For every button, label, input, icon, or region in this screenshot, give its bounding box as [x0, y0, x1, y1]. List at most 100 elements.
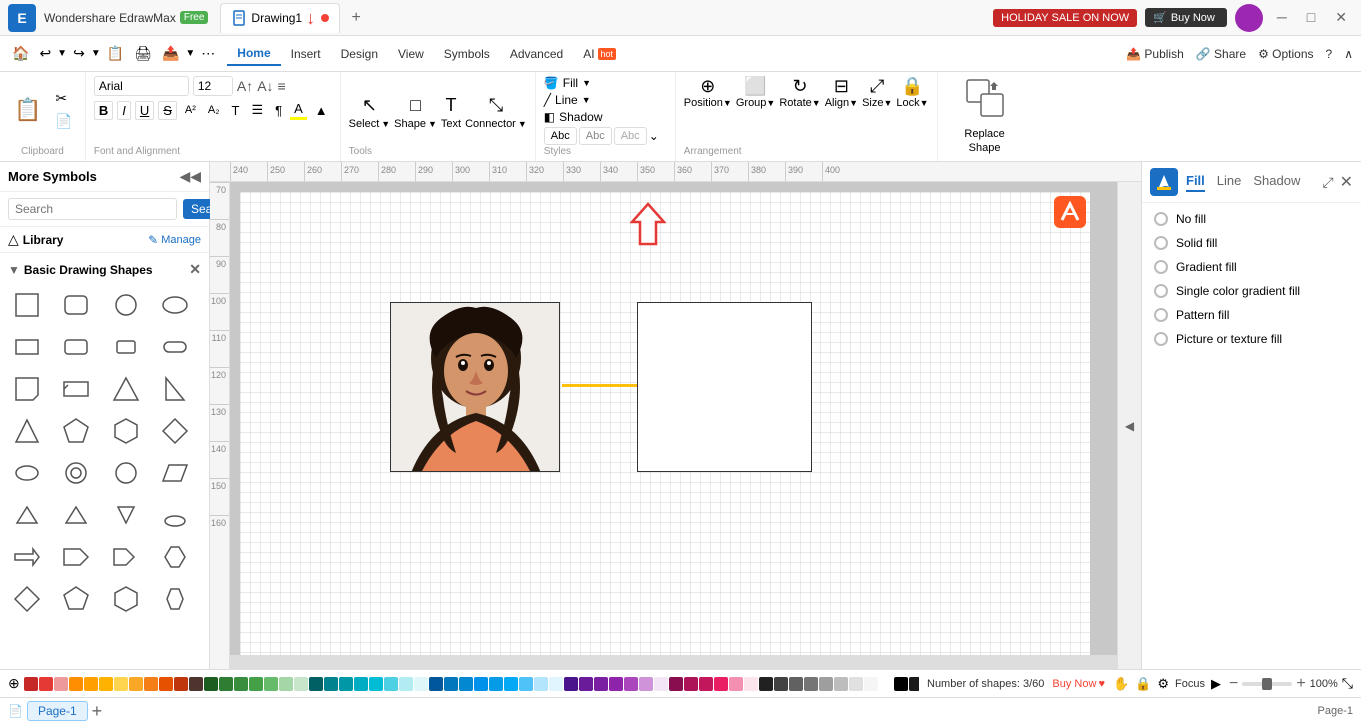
fill-option-single-gradient[interactable]: Single color gradient fill [1150, 279, 1353, 303]
color-swatch[interactable] [129, 677, 143, 691]
toggle-sidebar-btn[interactable]: 📋 [103, 43, 128, 64]
buy-link[interactable]: Buy Now [1052, 678, 1096, 690]
tab-shadow[interactable]: Shadow [1253, 173, 1300, 192]
color-swatch[interactable] [84, 677, 98, 691]
color-swatch[interactable] [39, 677, 53, 691]
color-swatch[interactable] [729, 677, 743, 691]
font-name-input[interactable] [94, 76, 189, 96]
tab-fill[interactable]: Fill [1186, 173, 1205, 192]
shape-square[interactable] [8, 286, 46, 324]
color-swatch[interactable] [639, 677, 653, 691]
tab-line[interactable]: Line [1217, 173, 1242, 192]
color-swatch[interactable] [879, 677, 893, 691]
color-swatch[interactable] [759, 677, 773, 691]
superscript-btn[interactable]: A² [181, 103, 200, 117]
buy-now-btn[interactable]: 🛒 Buy Now [1145, 8, 1227, 27]
color-swatch[interactable] [144, 677, 158, 691]
connector-dropdown[interactable]: ▼ [518, 119, 527, 129]
italic-btn[interactable]: I [117, 101, 131, 120]
color-swatch[interactable] [339, 677, 353, 691]
color-swatch[interactable] [654, 677, 668, 691]
select-tool-section[interactable]: ↖ Select ▼ [349, 93, 391, 130]
color-swatch[interactable] [369, 677, 383, 691]
empty-shape-box[interactable] [637, 302, 812, 472]
user-avatar[interactable] [1235, 4, 1263, 32]
color-swatch[interactable] [744, 677, 758, 691]
color-swatch[interactable] [819, 677, 833, 691]
tab-advanced[interactable]: Advanced [500, 43, 573, 65]
underline-btn[interactable]: U [135, 101, 154, 120]
color-swatch[interactable] [669, 677, 683, 691]
shape-oval[interactable] [156, 286, 194, 324]
redo-dropdown[interactable]: ▼ [91, 48, 101, 59]
color-swatch[interactable] [894, 677, 908, 691]
shape-diamond[interactable] [156, 412, 194, 450]
color-swatch[interactable] [384, 677, 398, 691]
redo-btn[interactable]: ↪ [69, 43, 89, 64]
shape-pentagon[interactable] [57, 412, 95, 450]
shape-rect3[interactable] [107, 328, 145, 366]
portrait-shape[interactable] [390, 302, 560, 472]
color-swatch[interactable] [354, 677, 368, 691]
shape-circle[interactable] [107, 286, 145, 324]
shape-rect2[interactable] [8, 328, 46, 366]
style-chip-3[interactable]: Abc [614, 127, 647, 145]
shape-rounded-rect[interactable] [57, 286, 95, 324]
color-swatch[interactable] [99, 677, 113, 691]
fit-page-btn[interactable]: ⤡ [1342, 675, 1353, 692]
color-swatch[interactable] [189, 677, 203, 691]
color-swatch[interactable] [579, 677, 593, 691]
print-btn[interactable]: 🖨 [130, 43, 156, 64]
shape-hexa2[interactable] [107, 580, 145, 618]
tab-home[interactable]: Home [227, 42, 280, 66]
tab-view[interactable]: View [388, 43, 434, 65]
color-swatch[interactable] [699, 677, 713, 691]
tab-ai[interactable]: AI hot [573, 43, 626, 65]
color-swatch[interactable] [504, 677, 518, 691]
color-swatch[interactable] [174, 677, 188, 691]
color-swatch[interactable] [789, 677, 803, 691]
styles-more-btn[interactable]: ⌄ [649, 129, 659, 143]
shape-rounded-rect2[interactable] [57, 328, 95, 366]
color-swatch[interactable] [624, 677, 638, 691]
home-icon[interactable]: 🏠 [8, 43, 33, 64]
color-swatch[interactable] [804, 677, 818, 691]
color-swatch[interactable] [519, 677, 533, 691]
line-dropdown[interactable]: ▼ [582, 95, 591, 105]
sidebar-search-input[interactable] [8, 198, 177, 220]
size-btn[interactable]: Size▼ [862, 97, 892, 109]
color-swatch[interactable] [534, 677, 548, 691]
text-tool-section[interactable]: T Text [441, 93, 461, 130]
cut-btn[interactable]: ✂ [51, 88, 76, 109]
shape-hexagon3[interactable] [156, 538, 194, 576]
shape-ellipse2[interactable] [8, 454, 46, 492]
focus-btn[interactable]: Focus [1175, 678, 1205, 690]
connector-tool-section[interactable]: ⤡ Connector ▼ [465, 93, 527, 130]
color-picker-icon[interactable]: ⊕ [8, 675, 20, 692]
highlight-btn[interactable]: ▲ [311, 102, 332, 119]
color-swatch[interactable] [414, 677, 428, 691]
shape-diamond2[interactable] [8, 580, 46, 618]
color-swatch[interactable] [204, 677, 218, 691]
color-swatch[interactable] [24, 677, 38, 691]
replace-shape-label[interactable]: Replace Shape [950, 128, 1020, 154]
fill-dropdown[interactable]: ▼ [582, 78, 591, 88]
more-options[interactable]: ⋯ [197, 43, 219, 64]
close-panel-btn[interactable]: ✕ [1340, 172, 1353, 192]
shape-pentagon2[interactable] [57, 538, 95, 576]
holiday-sale-btn[interactable]: HOLIDAY SALE ON NOW [993, 9, 1137, 27]
color-swatch[interactable] [489, 677, 503, 691]
align-btn[interactable]: ≡ [278, 78, 286, 94]
add-tab-btn[interactable]: + [344, 6, 368, 30]
shapes-section-close[interactable]: ✕ [189, 261, 201, 278]
share-btn[interactable]: 🔗 Share [1196, 47, 1246, 61]
list-btn[interactable]: ☰ [247, 101, 267, 119]
zoom-percent[interactable]: 100% [1310, 678, 1338, 690]
h-scrollbar[interactable] [230, 655, 1117, 669]
shape-arrow-right[interactable] [8, 538, 46, 576]
color-swatch[interactable] [264, 677, 278, 691]
color-swatch[interactable] [219, 677, 233, 691]
scroll-tool-icon[interactable]: ✋ [1113, 676, 1129, 692]
help-btn[interactable]: ? [1326, 47, 1333, 61]
manage-link[interactable]: ✎ Manage [148, 233, 201, 247]
